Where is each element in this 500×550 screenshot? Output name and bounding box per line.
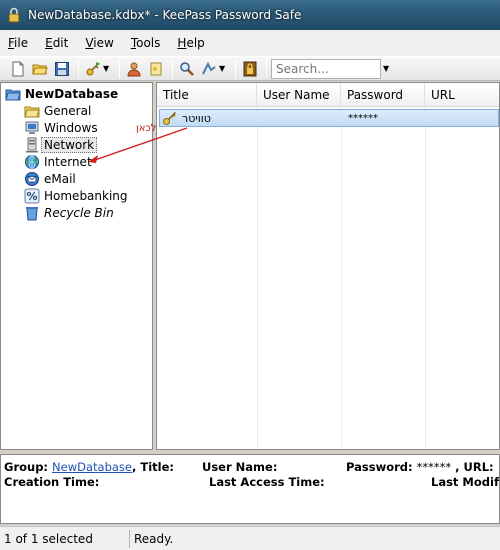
key-icon <box>162 110 178 126</box>
details-creation-time-label: Creation Time: <box>4 475 100 489</box>
details-last-modification-label: Last Modifica <box>431 475 499 489</box>
email-envelope-icon <box>24 171 40 187</box>
status-state: Ready. <box>134 531 174 546</box>
menu-bar: File Edit View Tools Help <box>0 30 500 56</box>
open-folder-icon[interactable] <box>30 59 50 79</box>
tree-root-group[interactable]: NewDatabase <box>5 85 118 102</box>
copy-password-icon[interactable] <box>146 59 166 79</box>
lock-workspace-icon[interactable] <box>240 59 260 79</box>
cell-password: ****** <box>348 112 378 124</box>
menu-file[interactable]: File <box>8 36 28 50</box>
menu-edit[interactable]: Edit <box>45 36 68 50</box>
toolbar-separator <box>172 59 173 78</box>
keepass-lock-icon <box>6 7 22 23</box>
entry-list: Title User Name Password URL טוויטר ****… <box>156 82 500 450</box>
search-dropdown-arrow-icon[interactable]: ▼ <box>383 64 397 73</box>
tree-item-general[interactable]: General <box>24 102 91 119</box>
column-password[interactable]: Password <box>341 83 425 107</box>
tree-item-network[interactable]: Network <box>24 136 98 153</box>
homebanking-percent-icon: % <box>24 188 40 204</box>
toolbar: ▼ ▼ ▼ <box>0 56 500 81</box>
toolbar-separator <box>266 59 267 78</box>
details-row-1: Group: NewDatabase, Title: <box>4 460 175 474</box>
column-title[interactable]: Title <box>157 83 257 107</box>
toolbar-separator <box>235 59 236 78</box>
tree-item-email[interactable]: eMail <box>24 170 76 187</box>
new-database-icon[interactable] <box>8 59 28 79</box>
toolbar-separator <box>78 59 79 78</box>
entry-title: טוויטר <box>182 111 211 125</box>
folder-icon <box>24 103 40 119</box>
dropdown-arrow-icon[interactable]: ▼ <box>219 64 227 73</box>
cell-title: טוויטר <box>160 110 258 126</box>
save-icon[interactable] <box>52 59 72 79</box>
tree-item-homebanking[interactable]: % Homebanking <box>24 187 128 204</box>
column-url[interactable]: URL <box>425 83 499 107</box>
window-title: NewDatabase.kdbx* - KeePass Password Saf… <box>28 8 302 22</box>
tree-item-internet[interactable]: Internet <box>24 153 92 170</box>
list-header: Title User Name Password URL <box>157 83 499 107</box>
menu-view[interactable]: View <box>85 36 113 50</box>
autotype-keyboard-icon[interactable] <box>199 59 219 79</box>
dropdown-arrow-icon[interactable]: ▼ <box>103 64 111 73</box>
toolbar-separator <box>119 59 120 78</box>
table-row[interactable]: טוויטר ****** <box>159 109 499 127</box>
tree-item-recycle-bin[interactable]: Recycle Bin <box>24 204 114 221</box>
windows-computer-icon <box>24 120 40 136</box>
title-bar: NewDatabase.kdbx* - KeePass Password Saf… <box>0 0 500 30</box>
grid-lines <box>157 107 499 449</box>
details-username-label: User Name: <box>202 460 278 474</box>
copy-username-icon[interactable] <box>124 59 144 79</box>
network-server-icon <box>24 137 40 153</box>
svg-text:%: % <box>26 190 37 203</box>
internet-globe-icon <box>24 154 40 170</box>
column-username[interactable]: User Name <box>257 83 341 107</box>
grid-line <box>341 107 342 449</box>
menu-help[interactable]: Help <box>177 36 204 50</box>
menu-tools[interactable]: Tools <box>131 36 161 50</box>
group-tree: NewDatabase General Windows Network Inte… <box>0 82 153 450</box>
status-bar: 1 of 1 selected Ready. <box>0 526 500 550</box>
details-password: Password: ****** , URL: <box>346 460 494 474</box>
status-selection: 1 of 1 selected <box>0 529 130 548</box>
search-input[interactable] <box>271 58 381 79</box>
entry-details-pane: Group: NewDatabase, Title: User Name: Pa… <box>0 454 500 524</box>
grid-line <box>425 107 426 449</box>
recycle-bin-icon <box>24 205 40 221</box>
details-last-access-label: Last Access Time: <box>209 475 325 489</box>
database-folder-icon <box>5 86 21 102</box>
find-magnifier-icon[interactable] <box>177 59 197 79</box>
group-link[interactable]: NewDatabase <box>52 460 132 474</box>
grid-line <box>257 107 258 449</box>
tree-item-windows[interactable]: Windows <box>24 119 98 136</box>
add-entry-key-icon[interactable] <box>83 59 103 79</box>
